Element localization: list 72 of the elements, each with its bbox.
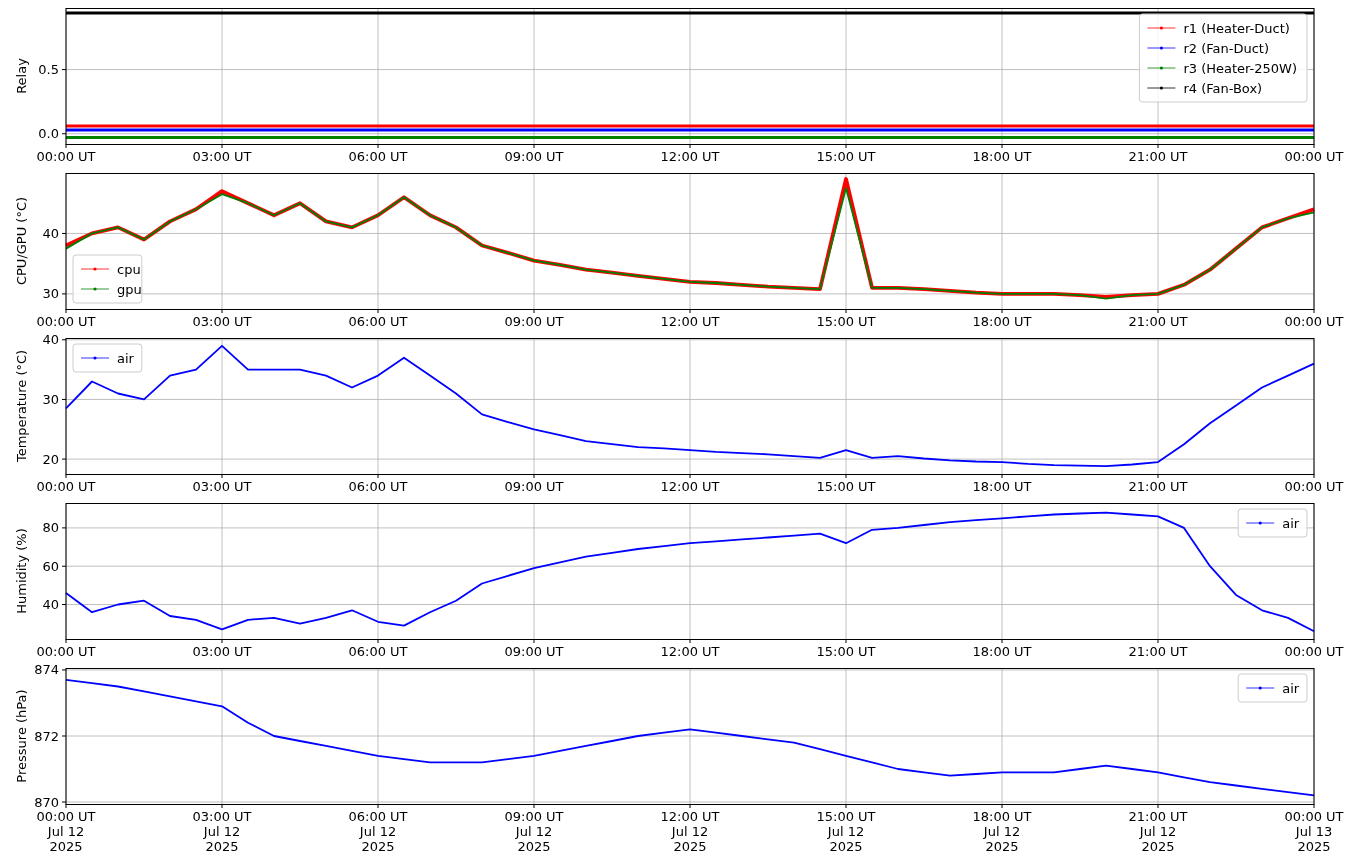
tick-label: 12:00 UT (660, 314, 720, 329)
tick-label: 18:00 UT (972, 149, 1032, 164)
tick-label: 00:00 UT (1284, 479, 1344, 494)
tick-label: 21:00 UT Jul 12 2025 (1128, 809, 1188, 854)
legend-label: air (117, 350, 134, 366)
tick-label: 21:00 UT (1128, 644, 1188, 659)
tick-label: 18:00 UT (972, 644, 1032, 659)
tick-label: 872 (34, 728, 59, 744)
tick-label: 03:00 UT (192, 314, 252, 329)
tick-label: 12:00 UT (660, 644, 720, 659)
tick-label: 40 (42, 225, 59, 241)
tick-label: 18:00 UT (972, 314, 1032, 329)
y-axis-label: Relay (14, 58, 29, 94)
tick-label: 30 (42, 391, 59, 407)
legend-label: air (1282, 515, 1300, 531)
tick-label: 20 (42, 451, 59, 467)
tick-label: 30 (42, 286, 59, 302)
y-axis-label: Pressure (hPa) (14, 689, 29, 783)
legend-label: r1 (Heater-Duct) (1183, 20, 1290, 36)
tick-label: 21:00 UT (1128, 479, 1188, 494)
legend-label: air (1282, 680, 1300, 696)
tick-label: 40 (42, 332, 59, 348)
legend-label: r4 (Fan-Box) (1183, 80, 1263, 96)
legend-label: r3 (Heater-250W) (1183, 60, 1297, 76)
tick-label: 00:00 UT (1284, 149, 1344, 164)
tick-label: 06:00 UT (348, 314, 408, 329)
tick-label: 15:00 UT Jul 12 2025 (816, 809, 876, 854)
tick-label: 09:00 UT (504, 314, 564, 329)
tick-label: 870 (34, 794, 59, 810)
tick-label: 06:00 UT Jul 12 2025 (348, 809, 408, 854)
tick-label: 03:00 UT (192, 479, 252, 494)
tick-label: 0.5 (38, 62, 59, 78)
tick-label: 00:00 UT Jul 13 2025 (1284, 809, 1344, 854)
tick-label: 15:00 UT (816, 149, 876, 164)
y-axis-label: CPU/GPU (°C) (14, 196, 29, 286)
tick-label: 00:00 UT (36, 314, 96, 329)
legend-label: cpu (117, 261, 141, 277)
tick-label: 09:00 UT (504, 149, 564, 164)
y-axis-label: Temperature (°C) (14, 349, 29, 463)
tick-label: 06:00 UT (348, 479, 408, 494)
tick-label: 03:00 UT Jul 12 2025 (192, 809, 252, 854)
tick-label: 09:00 UT (504, 644, 564, 659)
tick-label: 00:00 UT (1284, 314, 1344, 329)
tick-label: 80 (42, 520, 59, 536)
legend-label: gpu (117, 281, 142, 297)
tick-label: 18:00 UT Jul 12 2025 (972, 809, 1032, 854)
tick-label: 15:00 UT (816, 644, 876, 659)
tick-label: 60 (42, 558, 59, 574)
tick-label: 00:00 UT (1284, 644, 1344, 659)
tick-label: 00:00 UT (36, 479, 96, 494)
tick-label: 15:00 UT (816, 314, 876, 329)
tick-label: 03:00 UT (192, 149, 252, 164)
tick-label: 874 (34, 662, 59, 678)
tick-label: 00:00 UT (36, 644, 96, 659)
tick-label: 40 (42, 597, 59, 612)
tick-label: 00:00 UT Jul 12 2025 (36, 809, 96, 854)
tick-label: 18:00 UT (972, 479, 1032, 494)
tick-label: 12:00 UT (660, 479, 720, 494)
tick-label: 06:00 UT (348, 149, 408, 164)
tick-label: 09:00 UT Jul 12 2025 (504, 809, 564, 854)
tick-label: 00:00 UT (36, 149, 96, 164)
tick-label: 21:00 UT (1128, 314, 1188, 329)
tick-label: 06:00 UT (348, 644, 408, 659)
tick-label: 15:00 UT (816, 479, 876, 494)
tick-label: 12:00 UT (660, 149, 720, 164)
tick-label: 21:00 UT (1128, 149, 1188, 164)
tick-label: 09:00 UT (504, 479, 564, 494)
tick-label: 0.0 (38, 126, 59, 142)
legend-label: r2 (Fan-Duct) (1183, 40, 1269, 56)
tick-label: 12:00 UT Jul 12 2025 (660, 809, 720, 854)
tick-label: 03:00 UT (192, 644, 252, 659)
y-axis-label: Humidity (%) (14, 528, 29, 614)
